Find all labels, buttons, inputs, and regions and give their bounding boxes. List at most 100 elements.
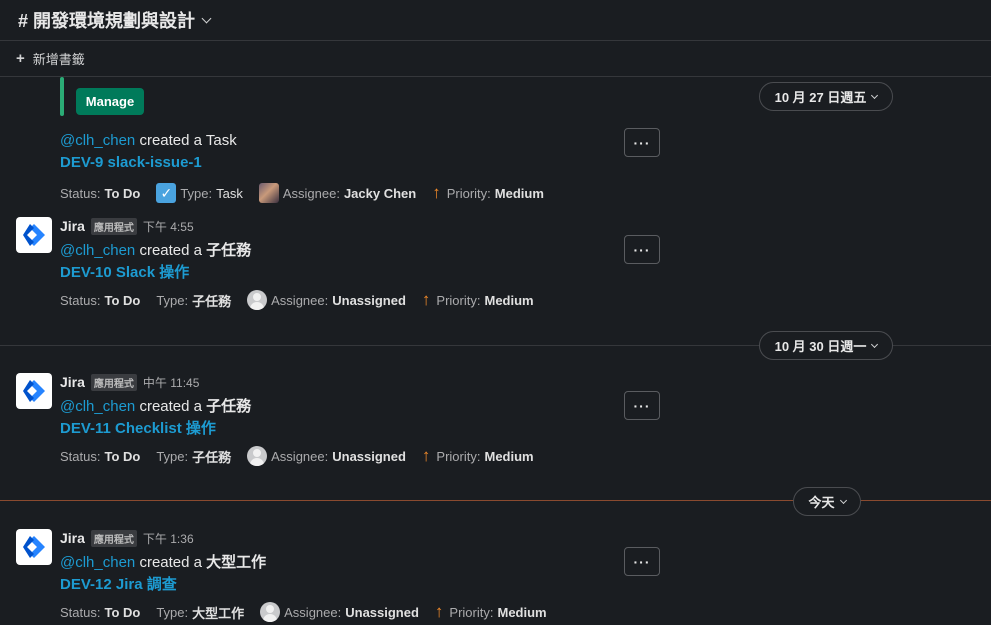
priority-value: Medium [497,604,547,620]
priority-label: Priority: [436,448,481,464]
jira-logo-icon[interactable] [16,373,52,409]
message-time[interactable]: 中午 11:45 [143,374,199,391]
unassigned-user-icon [260,602,281,622]
channel-header: # 開發環境規劃與設計 [0,0,991,41]
type-field: ✓ Type: Task [156,183,243,203]
message-text: @clh_chen created a 大型工作 [60,551,266,572]
priority-field: ↑ Priority: Medium [422,446,534,466]
date-divider-pill[interactable]: 今天 [793,487,861,516]
type-label: Type: [156,448,189,464]
issue-link[interactable]: DEV-9 slack-issue-1 [60,154,202,171]
message-meta: Jira 應用程式 下午 1:36 [60,529,194,547]
attachment-accent-bar [60,77,64,116]
message-text: @clh_chen created a 子任務 [60,395,251,416]
jira-logo-icon[interactable] [16,529,52,565]
sender-name[interactable]: Jira [60,374,85,390]
status-label: Status: [60,185,101,201]
more-actions-button[interactable]: ··· [624,235,660,264]
jira-logo-icon[interactable] [16,217,52,253]
assignee-field: Assignee: Jacky Chen [258,183,417,203]
assignee-label: Assignee: [271,292,329,308]
chevron-down-icon [839,496,847,504]
assignee-label: Assignee: [284,604,342,620]
jira-logo-svg [23,224,45,246]
type-value: Task [216,185,243,201]
sender-name[interactable]: Jira [60,218,85,234]
user-mention[interactable]: @clh_chen [60,132,135,149]
status-value: To Do [104,185,141,201]
status-field: Status: To Do [60,449,140,464]
assignee-label: Assignee: [282,185,340,201]
type-field: Type: 大型工作 [156,603,244,622]
message-item-type: Task [205,132,237,149]
type-label: Type: [156,604,189,620]
user-mention[interactable]: @clh_chen [60,242,135,259]
message-meta: Jira 應用程式 下午 4:55 [60,217,194,235]
status-label: Status: [60,604,101,620]
assignee-value: Jacky Chen [343,185,417,201]
priority-value: Medium [484,448,534,464]
priority-medium-arrow-icon: ↑ [432,183,441,202]
date-label: 10 月 30 日週一 [774,339,867,354]
priority-value: Medium [494,185,544,201]
status-value: To Do [104,448,141,464]
more-actions-button[interactable]: ··· [624,128,660,157]
channel-title[interactable]: # 開發環境規劃與設計 [18,7,212,33]
assignee-value: Unassigned [332,448,406,464]
message-verb: created a [139,554,202,571]
date-label: 10 月 27 日週五 [774,90,867,105]
user-mention[interactable]: @clh_chen [60,554,135,571]
chevron-down-icon [201,13,212,23]
user-avatar-icon [258,183,279,203]
date-divider-pill[interactable]: 10 月 27 日週五 [759,82,893,111]
status-field: Status: To Do [60,605,140,620]
issue-fields: Status: To Do Type: 大型工作 Assignee: Unass… [60,601,563,623]
unassigned-user-icon [247,290,268,310]
message-meta: Jira 應用程式 中午 11:45 [60,373,199,391]
status-value: To Do [104,604,141,620]
assignee-value: Unassigned [345,604,419,620]
priority-field: ↑ Priority: Medium [432,183,544,203]
priority-field: ↑ Priority: Medium [435,602,547,622]
status-label: Status: [60,448,101,464]
message-time[interactable]: 下午 1:36 [143,530,194,547]
assignee-value: Unassigned [332,292,406,308]
plus-icon: + [16,50,25,67]
user-mention[interactable]: @clh_chen [60,398,135,415]
more-actions-button[interactable]: ··· [624,391,660,420]
issue-link[interactable]: DEV-11 Checklist 操作 [60,417,216,438]
add-bookmark-button[interactable]: + 新增書籤 [16,49,85,68]
assignee-field: Assignee: Unassigned [260,602,419,622]
app-badge: 應用程式 [90,373,137,391]
manage-button[interactable]: Manage [76,88,144,115]
status-label: Status: [60,292,101,308]
date-divider-pill[interactable]: 10 月 30 日週一 [759,331,893,360]
assignee-field: Assignee: Unassigned [247,446,406,466]
priority-label: Priority: [449,604,494,620]
type-field: Type: 子任務 [156,447,231,466]
message-item-type: 子任務 [206,398,252,415]
bookmarks-bar: + 新增書籤 [0,41,991,77]
message-text: @clh_chen created a Task [60,132,237,149]
sender-name[interactable]: Jira [60,530,85,546]
message-time[interactable]: 下午 4:55 [143,218,194,235]
status-field: Status: To Do [60,293,140,308]
issue-link[interactable]: DEV-12 Jira 調查 [60,573,177,594]
add-bookmark-label: 新增書籤 [32,52,85,67]
type-field: Type: 子任務 [156,291,231,310]
assignee-field: Assignee: Unassigned [247,290,406,310]
unassigned-user-icon [247,446,268,466]
priority-medium-arrow-icon: ↑ [434,602,444,621]
priority-field: ↑ Priority: Medium [422,290,534,310]
priority-label: Priority: [436,292,481,308]
message-verb: created a [139,132,202,149]
chevron-down-icon [871,91,879,99]
type-value: 大型工作 [192,605,245,621]
message-text: @clh_chen created a 子任務 [60,239,251,260]
priority-label: Priority: [446,185,491,201]
more-actions-button[interactable]: ··· [624,547,660,576]
channel-name: # 開發環境規劃與設計 [18,11,196,31]
issue-link[interactable]: DEV-10 Slack 操作 [60,261,189,282]
type-label: Type: [156,292,189,308]
type-value: 子任務 [192,449,232,465]
